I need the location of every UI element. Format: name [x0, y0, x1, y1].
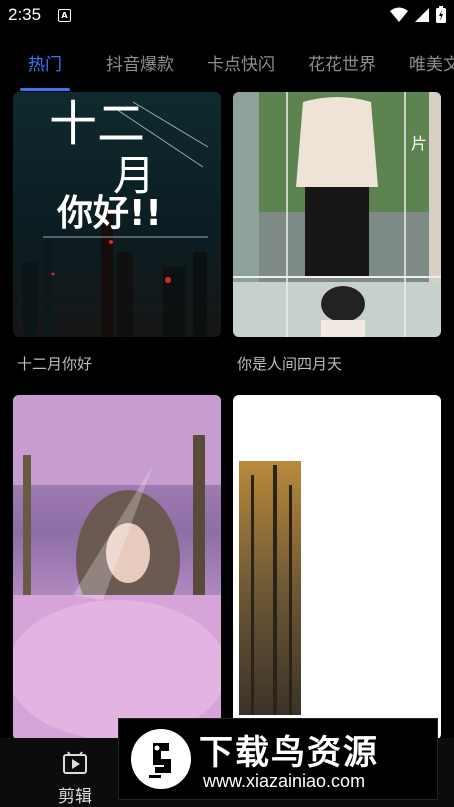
template-card-flowers[interactable]: [13, 395, 221, 740]
template-thumbnail-forest: [239, 461, 301, 715]
art-text-piece: 片: [411, 134, 428, 153]
category-tabs: 热门 抖音爆款 卡点快闪 花花世界 唯美文: [0, 40, 454, 92]
video-edit-icon: [63, 751, 87, 774]
watermark-url: www.xiazainiao.com: [203, 771, 366, 791]
template-caption: 十二月你好: [17, 355, 93, 373]
template-thumbnail-portrait: [233, 92, 441, 337]
tab-aesthetic-text[interactable]: 唯美文: [409, 50, 454, 75]
nav-edit[interactable]: 剪辑: [50, 750, 100, 807]
signal-icon: [415, 7, 429, 22]
template-caption: 你是人间四月天: [237, 355, 343, 373]
tab-beat-flash[interactable]: 卡点快闪: [207, 50, 275, 75]
template-thumbnail-flower-portrait: [13, 395, 221, 740]
template-card-december[interactable]: 十二 月 你好!!: [13, 92, 221, 337]
system-icons: [390, 6, 446, 23]
template-card-april[interactable]: 片: [233, 92, 441, 337]
tab-hot[interactable]: 热门: [28, 50, 62, 75]
watermark-title: 下载鸟资源: [199, 733, 379, 773]
notification-icon: A: [58, 9, 71, 22]
template-card-forest[interactable]: [233, 395, 441, 740]
tab-douyin-hits[interactable]: 抖音爆款: [106, 50, 174, 75]
nav-edit-label: 剪辑: [58, 787, 92, 807]
tab-indicator: [20, 88, 70, 91]
watermark-banner: 下载鸟资源 www.xiazainiao.com: [118, 718, 438, 800]
art-text-hello: 你好!!: [57, 193, 162, 234]
battery-icon: [436, 6, 446, 23]
wifi-icon: [390, 7, 408, 22]
status-time: 2:35: [8, 5, 42, 24]
tab-flower-world[interactable]: 花花世界: [308, 50, 376, 75]
status-bar: 2:35 A: [0, 0, 454, 30]
bird-logo-icon: [131, 729, 191, 789]
